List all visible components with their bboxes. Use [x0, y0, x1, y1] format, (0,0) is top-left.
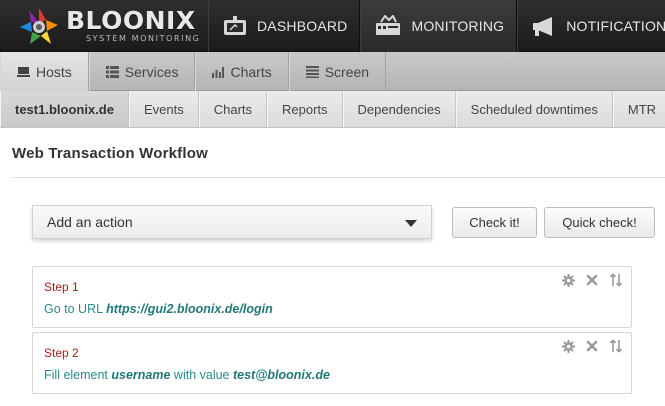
- nav-monitoring[interactable]: MONITORING: [360, 0, 518, 52]
- tab-screen[interactable]: Screen: [288, 52, 387, 91]
- brand-tagline: SYSTEM MONITORING: [86, 34, 201, 43]
- tab-hosts[interactable]: Hosts: [0, 52, 89, 91]
- top-header: BLOONIX SYSTEM MONITORING DASHBOARD MONI…: [0, 0, 665, 52]
- subnav-dependencies[interactable]: Dependencies: [342, 91, 456, 127]
- step-value: username: [111, 368, 171, 382]
- nav-notifications-label: NOTIFICATIONS: [566, 18, 665, 34]
- section-tabs: Hosts Services Charts Screen: [0, 52, 665, 91]
- subnav-events[interactable]: Events: [128, 91, 199, 127]
- step-text: with value: [170, 368, 233, 382]
- tab-hosts-label: Hosts: [36, 63, 72, 80]
- tab-charts[interactable]: Charts: [195, 52, 289, 91]
- close-icon[interactable]: [585, 339, 599, 353]
- bar-chart-icon: [212, 66, 225, 78]
- workflow-step: Step 2 Fill element username with value …: [32, 332, 632, 394]
- sort-icon[interactable]: [609, 339, 623, 353]
- screen-icon: [305, 65, 319, 78]
- page-title: Web Transaction Workflow: [12, 145, 208, 162]
- subnav-host[interactable]: test1.bloonix.de: [0, 91, 129, 127]
- quick-check-button[interactable]: Quick check!: [544, 207, 655, 238]
- subnav-charts[interactable]: Charts: [198, 91, 268, 127]
- title-divider: [12, 177, 665, 178]
- step-tools: [561, 273, 623, 287]
- host-subnav: test1.bloonix.de Events Charts Reports D…: [0, 91, 665, 128]
- nav-notifications[interactable]: NOTIFICATIONS: [517, 0, 665, 52]
- close-icon[interactable]: [585, 273, 599, 287]
- step-tools: [561, 339, 623, 353]
- workflow-step: Step 1 Go to URL https://gui2.bloonix.de…: [32, 266, 632, 328]
- gear-icon[interactable]: [561, 273, 575, 287]
- step-value: https://gui2.bloonix.de/login: [106, 302, 273, 316]
- tab-screen-label: Screen: [324, 63, 370, 80]
- step-text: Fill element: [44, 368, 112, 382]
- nav-dashboard[interactable]: DASHBOARD: [208, 0, 361, 52]
- step-title: Step 2: [44, 346, 79, 360]
- check-it-button[interactable]: Check it!: [452, 207, 537, 238]
- sort-icon[interactable]: [609, 273, 623, 287]
- step-value: test@bloonix.de: [232, 368, 330, 382]
- dashboard-icon: [224, 16, 246, 35]
- monitoring-icon: [376, 15, 401, 35]
- subnav-reports[interactable]: Reports: [267, 91, 343, 127]
- add-action-label: Add an action: [47, 214, 133, 230]
- tab-services-label: Services: [124, 63, 179, 80]
- main-navigation: DASHBOARD MONITORING NOTIFICATIONS: [208, 0, 665, 52]
- nav-dashboard-label: DASHBOARD: [257, 18, 348, 34]
- step-text: Go to URL: [44, 302, 107, 316]
- bloonix-logo-mark-icon: [20, 8, 58, 44]
- add-action-select[interactable]: Add an action: [32, 205, 432, 239]
- bloonix-logo[interactable]: BLOONIX SYSTEM MONITORING: [18, 4, 203, 48]
- step-title: Step 1: [44, 280, 79, 294]
- nav-monitoring-label: MONITORING: [411, 18, 505, 34]
- step-description: Fill element username with value test@bl…: [44, 368, 330, 382]
- tab-charts-label: Charts: [230, 63, 272, 80]
- subnav-mtr[interactable]: MTR: [612, 91, 665, 127]
- tab-services[interactable]: Services: [88, 52, 196, 91]
- gear-icon[interactable]: [561, 339, 575, 353]
- list-icon: [105, 65, 119, 78]
- brand-name: BLOONIX: [66, 6, 196, 35]
- server-icon: [17, 66, 30, 77]
- megaphone-icon: [533, 17, 553, 36]
- subnav-scheduled-downtimes[interactable]: Scheduled downtimes: [455, 91, 613, 127]
- step-description: Go to URL https://gui2.bloonix.de/login: [44, 302, 273, 316]
- caret-down-icon: [405, 220, 417, 227]
